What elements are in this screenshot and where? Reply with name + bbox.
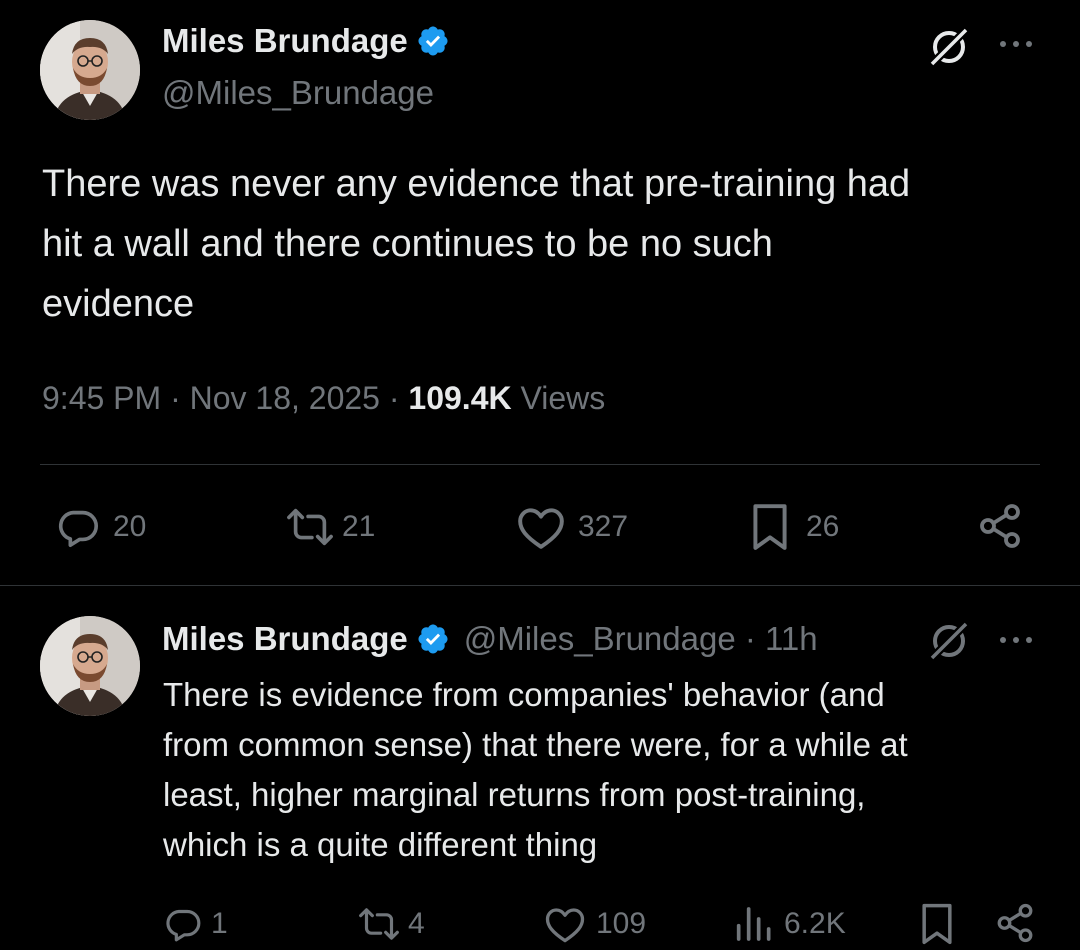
bookmark-button[interactable]: 26 xyxy=(748,502,839,552)
repost-count: 4 xyxy=(408,907,425,940)
reply-button[interactable]: 20 xyxy=(55,504,146,550)
author-handle[interactable]: @Miles_Brundage xyxy=(162,74,434,112)
repost-icon xyxy=(287,508,333,546)
bookmark-count: 26 xyxy=(806,510,840,543)
meta-separator: · xyxy=(735,620,766,657)
like-button[interactable]: 327 xyxy=(516,504,628,550)
reply-text-line: from common sense) that there were, for … xyxy=(163,726,908,763)
tweet-text-line: evidence xyxy=(42,283,195,325)
meta-separator: · xyxy=(170,380,190,416)
grok-icon[interactable] xyxy=(926,24,972,70)
reply-author-handle[interactable]: @Miles_Brundage xyxy=(464,620,736,658)
views-count: 6.2K xyxy=(784,907,846,940)
author-avatar[interactable] xyxy=(40,20,140,120)
reply-author-name[interactable]: Miles Brundage xyxy=(162,620,408,658)
reply-views-button[interactable]: 6.2K xyxy=(732,904,846,944)
reply-bookmark-button[interactable] xyxy=(918,902,956,946)
reply-text: There is evidence from companies' behavi… xyxy=(163,670,1043,870)
tweet-time[interactable]: 9:45 PM xyxy=(42,380,161,416)
share-icon xyxy=(997,903,1033,943)
grok-icon[interactable] xyxy=(926,618,972,664)
verified-badge-icon[interactable] xyxy=(416,622,450,656)
tweet-meta: 9:45 PM · Nov 18, 2025 · 109.4K Views xyxy=(42,380,605,417)
like-icon xyxy=(518,508,564,549)
more-icon[interactable] xyxy=(998,36,1034,52)
reply-share-button[interactable] xyxy=(994,902,1036,944)
repost-icon xyxy=(359,908,399,940)
author-name[interactable]: Miles Brundage xyxy=(162,22,408,60)
reply-text-line: which is a quite different thing xyxy=(163,826,598,863)
tweet-text: There was never any evidence that pre-tr… xyxy=(42,154,1042,334)
author-name-row: Miles Brundage xyxy=(162,22,450,60)
share-button[interactable] xyxy=(976,502,1024,550)
meta-separator: · xyxy=(388,380,409,416)
reply-author-avatar[interactable] xyxy=(40,616,140,716)
bookmark-icon xyxy=(753,504,787,550)
tweet-text-line: There was never any evidence that pre-tr… xyxy=(42,163,911,205)
reply-icon xyxy=(166,909,201,942)
verified-badge-icon[interactable] xyxy=(416,24,450,58)
avatar-photo xyxy=(40,20,140,120)
repost-count: 21 xyxy=(342,510,376,543)
reply-icon xyxy=(58,510,99,548)
divider xyxy=(0,585,1080,586)
reply-reply-button[interactable]: 1 xyxy=(163,904,228,944)
reply-count: 1 xyxy=(211,907,228,940)
views-label: Views xyxy=(520,380,606,416)
reply-like-button[interactable]: 109 xyxy=(544,904,646,944)
tweet-text-line: hit a wall and there continues to be no … xyxy=(42,223,773,265)
more-icon[interactable] xyxy=(998,632,1034,648)
like-icon xyxy=(545,908,585,943)
views-count: 109.4K xyxy=(408,380,512,416)
tweet-date[interactable]: Nov 18, 2025 xyxy=(190,380,380,416)
like-count: 109 xyxy=(596,907,647,940)
divider xyxy=(40,464,1040,465)
reply-text-line: There is evidence from companies' behavi… xyxy=(163,676,885,713)
reply-repost-button[interactable]: 4 xyxy=(356,904,425,944)
like-count: 327 xyxy=(578,510,629,543)
reply-age[interactable]: 11h xyxy=(765,620,818,658)
reply-text-line: least, higher marginal returns from post… xyxy=(163,776,866,813)
share-icon xyxy=(980,504,1020,548)
bookmark-icon xyxy=(922,903,952,945)
views-icon xyxy=(736,907,771,941)
repost-button[interactable]: 21 xyxy=(284,504,375,550)
reply-count: 20 xyxy=(113,510,147,543)
reply-header: Miles Brundage @Miles_Brundage · 11h xyxy=(162,620,818,658)
avatar-photo xyxy=(40,616,140,716)
